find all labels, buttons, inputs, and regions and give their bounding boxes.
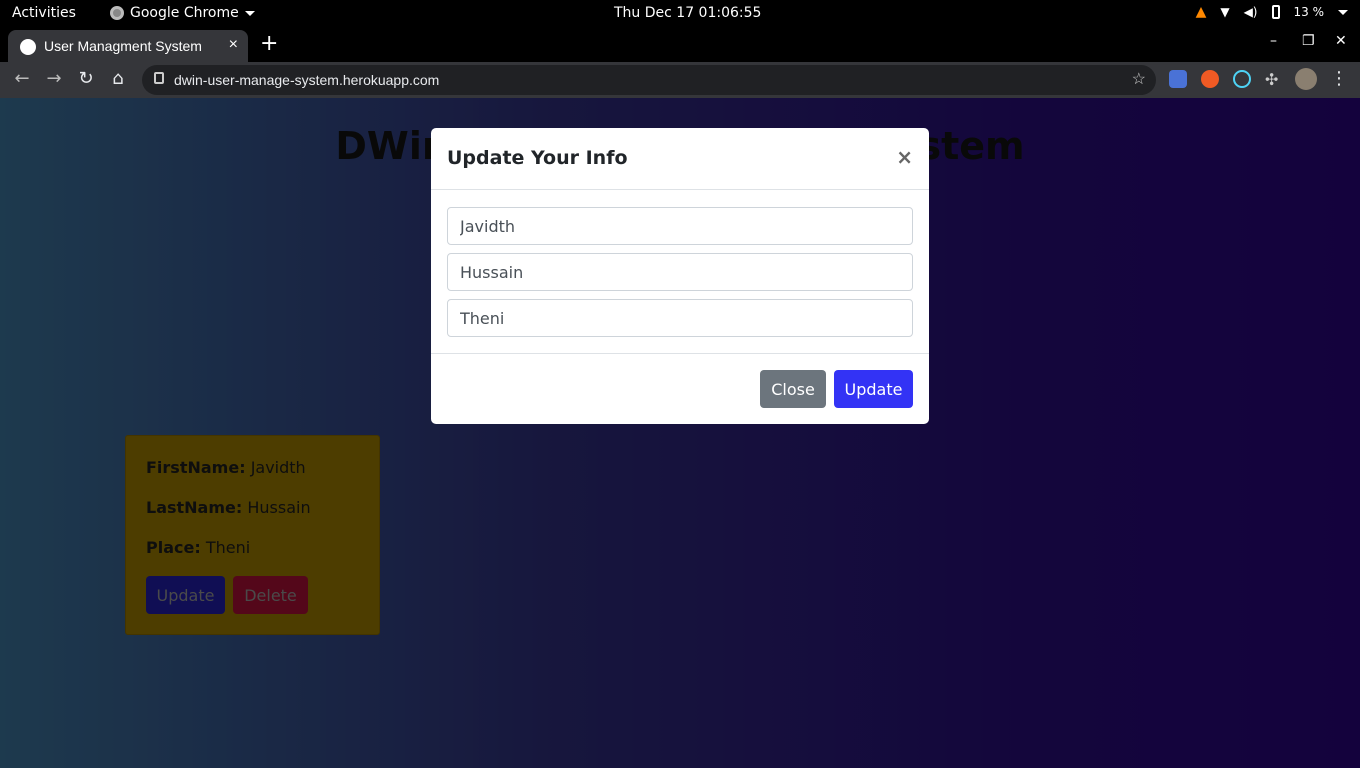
wifi-icon: ▼ [1220,5,1230,19]
bookmark-star-icon[interactable]: ☆ [1132,69,1146,89]
home-icon[interactable]: ⌂ [107,68,129,89]
translate-extension-icon[interactable] [1169,70,1187,88]
profile-avatar[interactable] [1295,68,1317,90]
modal-footer: Close Update [431,353,929,424]
forward-arrow-icon[interactable]: → [43,68,65,89]
tab-title: User Managment System [44,38,202,54]
os-top-bar: Activities Google Chrome Thu Dec 17 01:0… [0,0,1360,27]
modal-header: Update Your Info × [431,128,929,190]
extension-icon[interactable] [1201,70,1219,88]
app-name: Google Chrome [130,5,239,21]
chevron-down-icon [1338,9,1348,15]
place-input[interactable] [447,299,913,337]
lastname-input[interactable] [447,253,913,291]
address-bar[interactable]: dwin-user-manage-system.herokuapp.com ☆ [142,65,1156,95]
tab-strip: User Managment System × [0,27,1360,62]
volume-icon: ◀) [1243,5,1258,19]
chevron-down-icon [244,10,255,16]
new-tab-button[interactable]: + [260,31,278,56]
favicon-icon [20,39,36,55]
tab-close-icon[interactable]: × [229,36,238,54]
tab-user-management[interactable]: User Managment System × [8,30,248,62]
browser-toolbar: ← → ↻ ⌂ dwin-user-manage-system.herokuap… [0,62,1360,98]
web-page: DWin User Management System FirstName: J… [0,98,1360,768]
back-arrow-icon[interactable]: ← [11,68,33,89]
clock[interactable]: Thu Dec 17 01:06:55 [614,5,761,21]
window-close-button[interactable]: ✕ [1335,33,1347,49]
restore-button[interactable]: ❐ [1302,33,1315,49]
close-button[interactable]: Close [760,370,826,408]
minimize-button[interactable]: – [1270,33,1277,49]
extensions-puzzle-icon[interactable]: ✣ [1265,70,1283,89]
menu-kebab-icon[interactable]: ⋮ [1328,68,1350,89]
app-menu[interactable]: Google Chrome [110,5,255,21]
system-tray[interactable]: ▲ ▼ ◀) 13 % [1196,4,1348,20]
modal-title: Update Your Info [447,147,628,169]
battery-icon [1271,5,1280,19]
vlc-icon[interactable]: ▲ [1196,4,1207,20]
firstname-input[interactable] [447,207,913,245]
modal-close-icon[interactable]: × [896,145,913,169]
activities-button[interactable]: Activities [12,5,76,21]
battery-percent: 13 % [1293,5,1325,19]
chrome-icon [110,6,124,20]
reload-icon[interactable]: ↻ [75,68,97,89]
url-text[interactable]: dwin-user-manage-system.herokuapp.com [174,72,439,88]
lock-icon[interactable] [154,72,164,84]
update-button[interactable]: Update [834,370,913,408]
react-devtools-icon[interactable] [1233,70,1251,88]
update-modal: Update Your Info × Close Update [431,128,929,424]
